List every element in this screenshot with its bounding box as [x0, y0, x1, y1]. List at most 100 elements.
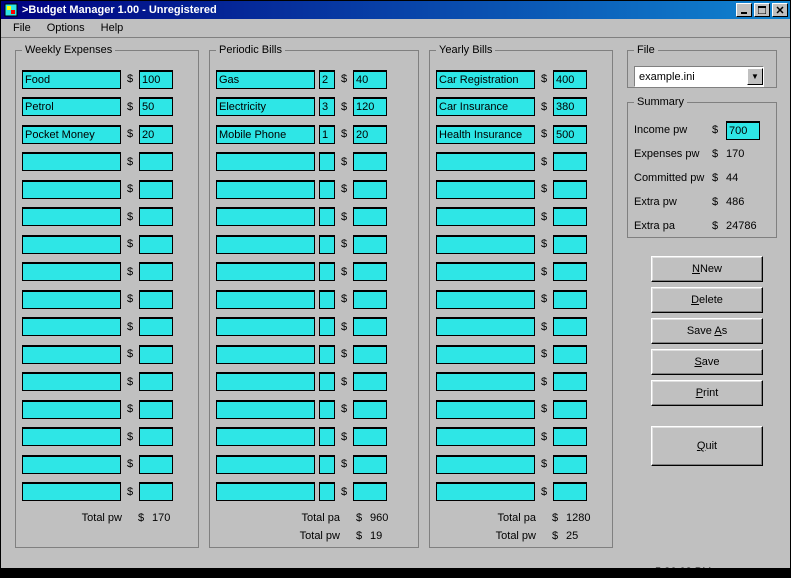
expense-name-input[interactable] [216, 70, 315, 89]
expense-name-input[interactable] [22, 180, 121, 199]
expense-amount-input[interactable] [353, 180, 387, 199]
expense-amount-input[interactable] [139, 400, 173, 419]
expense-name-input[interactable] [216, 345, 315, 364]
expense-qty-input[interactable] [319, 400, 335, 419]
expense-amount-input[interactable] [139, 235, 173, 254]
expense-qty-input[interactable] [319, 262, 335, 281]
expense-name-input[interactable] [436, 482, 535, 501]
expense-name-input[interactable] [22, 345, 121, 364]
expense-amount-input[interactable] [553, 207, 587, 226]
expense-name-input[interactable] [22, 482, 121, 501]
expense-name-input[interactable] [436, 372, 535, 391]
expense-amount-input[interactable] [139, 180, 173, 199]
expense-amount-input[interactable] [353, 70, 387, 89]
expense-amount-input[interactable] [353, 97, 387, 116]
expense-name-input[interactable] [436, 262, 535, 281]
expense-amount-input[interactable] [353, 372, 387, 391]
new-button[interactable]: NNew [651, 256, 763, 282]
expense-qty-input[interactable] [319, 345, 335, 364]
save-button[interactable]: Save [651, 349, 763, 375]
expense-name-input[interactable] [436, 455, 535, 474]
print-button[interactable]: Print [651, 380, 763, 406]
expense-name-input[interactable] [216, 235, 315, 254]
expense-amount-input[interactable] [553, 180, 587, 199]
expense-amount-input[interactable] [553, 372, 587, 391]
expense-qty-input[interactable] [319, 125, 335, 144]
expense-name-input[interactable] [436, 400, 535, 419]
expense-name-input[interactable] [22, 372, 121, 391]
expense-name-input[interactable] [216, 400, 315, 419]
expense-name-input[interactable] [436, 152, 535, 171]
expense-amount-input[interactable] [353, 455, 387, 474]
expense-name-input[interactable] [22, 207, 121, 226]
expense-name-input[interactable] [22, 400, 121, 419]
expense-amount-input[interactable] [139, 455, 173, 474]
expense-amount-input[interactable] [353, 290, 387, 309]
expense-amount-input[interactable] [139, 317, 173, 336]
expense-name-input[interactable] [216, 317, 315, 336]
expense-name-input[interactable] [216, 152, 315, 171]
expense-name-input[interactable] [216, 262, 315, 281]
expense-amount-input[interactable] [353, 317, 387, 336]
close-button[interactable] [772, 3, 788, 17]
expense-name-input[interactable] [436, 125, 535, 144]
expense-amount-input[interactable] [139, 97, 173, 116]
expense-qty-input[interactable] [319, 97, 335, 116]
expense-qty-input[interactable] [319, 372, 335, 391]
expense-name-input[interactable] [216, 180, 315, 199]
expense-amount-input[interactable] [553, 262, 587, 281]
expense-name-input[interactable] [436, 97, 535, 116]
expense-amount-input[interactable] [553, 345, 587, 364]
expense-amount-input[interactable] [353, 152, 387, 171]
expense-name-input[interactable] [436, 345, 535, 364]
quit-button[interactable]: Quit [651, 426, 763, 466]
expense-name-input[interactable] [436, 427, 535, 446]
expense-name-input[interactable] [216, 482, 315, 501]
expense-amount-input[interactable] [553, 482, 587, 501]
expense-amount-input[interactable] [553, 317, 587, 336]
expense-amount-input[interactable] [353, 427, 387, 446]
expense-name-input[interactable] [22, 97, 121, 116]
expense-amount-input[interactable] [353, 235, 387, 254]
expense-name-input[interactable] [216, 455, 315, 474]
save-as-button[interactable]: Save As [651, 318, 763, 344]
expense-amount-input[interactable] [139, 372, 173, 391]
expense-amount-input[interactable] [553, 152, 587, 171]
expense-name-input[interactable] [436, 180, 535, 199]
expense-qty-input[interactable] [319, 482, 335, 501]
expense-name-input[interactable] [22, 152, 121, 171]
income-input[interactable] [726, 121, 760, 140]
expense-qty-input[interactable] [319, 427, 335, 446]
expense-qty-input[interactable] [319, 70, 335, 89]
expense-amount-input[interactable] [353, 262, 387, 281]
menu-options[interactable]: Options [39, 20, 93, 36]
expense-name-input[interactable] [216, 372, 315, 391]
expense-amount-input[interactable] [139, 207, 173, 226]
expense-amount-input[interactable] [553, 70, 587, 89]
expense-amount-input[interactable] [353, 207, 387, 226]
expense-amount-input[interactable] [553, 427, 587, 446]
expense-name-input[interactable] [436, 235, 535, 254]
expense-qty-input[interactable] [319, 152, 335, 171]
expense-qty-input[interactable] [319, 180, 335, 199]
expense-amount-input[interactable] [353, 125, 387, 144]
expense-name-input[interactable] [22, 290, 121, 309]
expense-amount-input[interactable] [139, 427, 173, 446]
expense-name-input[interactable] [216, 125, 315, 144]
expense-amount-input[interactable] [353, 400, 387, 419]
chevron-down-icon[interactable]: ▼ [747, 68, 763, 85]
expense-name-input[interactable] [22, 235, 121, 254]
minimize-button[interactable] [736, 3, 752, 17]
expense-name-input[interactable] [22, 125, 121, 144]
expense-name-input[interactable] [22, 317, 121, 336]
expense-amount-input[interactable] [139, 125, 173, 144]
expense-amount-input[interactable] [353, 482, 387, 501]
expense-name-input[interactable] [436, 290, 535, 309]
expense-amount-input[interactable] [139, 152, 173, 171]
expense-name-input[interactable] [216, 97, 315, 116]
expense-qty-input[interactable] [319, 290, 335, 309]
expense-amount-input[interactable] [553, 290, 587, 309]
delete-button[interactable]: Delete [651, 287, 763, 313]
expense-name-input[interactable] [216, 207, 315, 226]
expense-amount-input[interactable] [139, 345, 173, 364]
